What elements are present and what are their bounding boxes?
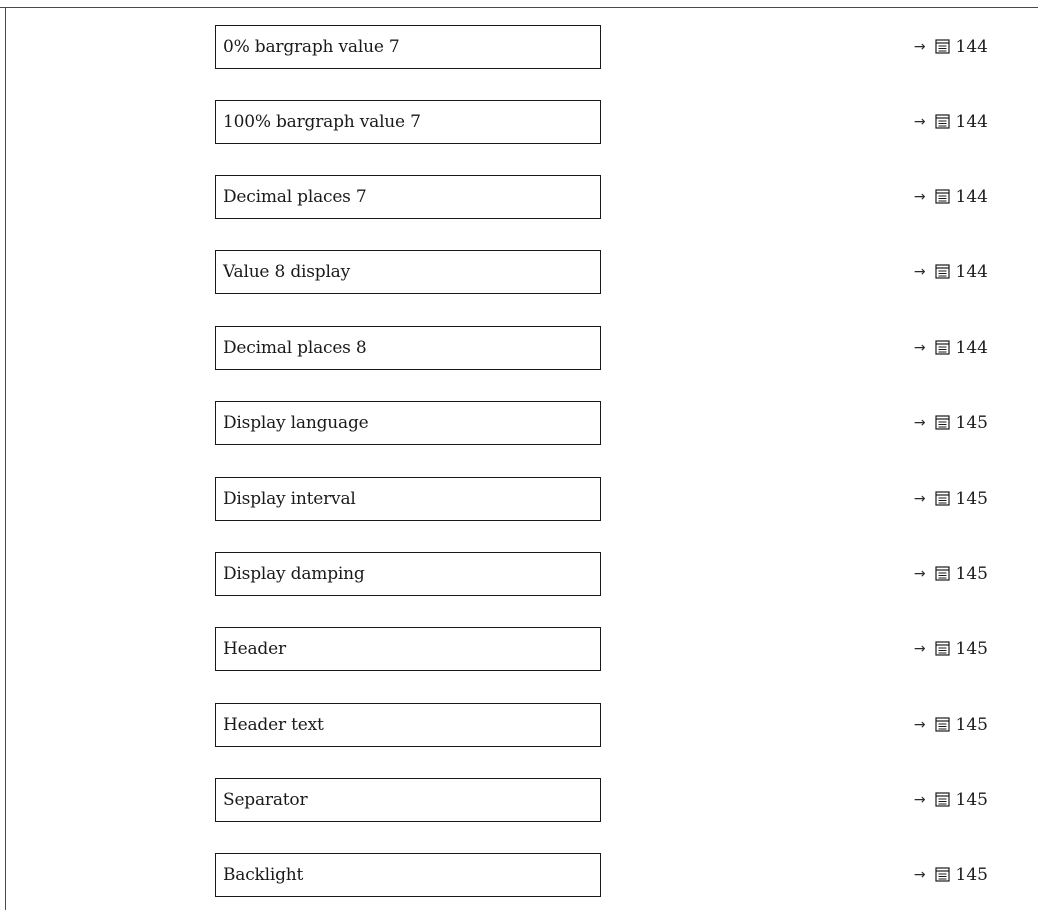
book-page-icon <box>934 716 950 732</box>
page-number: 145 <box>955 715 988 735</box>
page-number: 144 <box>955 338 988 358</box>
page-number: 145 <box>955 639 988 659</box>
parameter-name: Separator <box>223 790 308 810</box>
page-reference-link[interactable]: → 144 <box>914 326 988 370</box>
parameter-row: 100% bargraph value 7 → 144 <box>0 100 1038 144</box>
page-number: 144 <box>955 262 988 282</box>
page-number: 145 <box>955 865 988 885</box>
parameter-row: 0% bargraph value 7 → 144 <box>0 25 1038 69</box>
parameter-row: Value 8 display → 144 <box>0 250 1038 294</box>
book-page-icon <box>934 339 950 355</box>
page-reference-link[interactable]: → 145 <box>914 627 988 671</box>
parameter-name: Display interval <box>223 489 356 509</box>
right-arrow-icon: → <box>913 867 926 883</box>
right-arrow-icon: → <box>913 641 926 657</box>
right-arrow-icon: → <box>913 114 926 130</box>
parameter-name: Decimal places 7 <box>223 187 367 207</box>
parameter-name-box: Header <box>215 627 601 671</box>
page-number: 144 <box>955 112 988 132</box>
book-page-icon <box>934 188 950 204</box>
page-number: 144 <box>955 37 988 57</box>
parameter-name-box: Backlight <box>215 853 601 897</box>
page-reference-link[interactable]: → 144 <box>914 175 988 219</box>
parameter-name-box: Separator <box>215 778 601 822</box>
parameter-name: Decimal places 8 <box>223 338 367 358</box>
parameter-row: Decimal places 8 → 144 <box>0 326 1038 370</box>
book-page-icon <box>934 866 950 882</box>
book-page-icon <box>934 113 950 129</box>
parameter-name: Header <box>223 639 286 659</box>
right-arrow-icon: → <box>913 491 926 507</box>
book-page-icon <box>934 263 950 279</box>
page-number: 145 <box>955 564 988 584</box>
parameter-name-box: Display damping <box>215 552 601 596</box>
parameter-name-box: Decimal places 7 <box>215 175 601 219</box>
right-arrow-icon: → <box>913 566 926 582</box>
parameter-name-box: 0% bargraph value 7 <box>215 25 601 69</box>
parameter-name: Display damping <box>223 564 365 584</box>
right-arrow-icon: → <box>913 717 926 733</box>
page-reference-link[interactable]: → 145 <box>914 778 988 822</box>
page-reference-link[interactable]: → 145 <box>914 552 988 596</box>
book-page-icon <box>934 38 950 54</box>
book-page-icon <box>934 490 950 506</box>
page-reference-link[interactable]: → 144 <box>914 250 988 294</box>
parameter-name-box: Display language <box>215 401 601 445</box>
page-number: 145 <box>955 790 988 810</box>
page-reference-link[interactable]: → 145 <box>914 853 988 897</box>
parameter-name: Backlight <box>223 865 304 885</box>
page-reference-link[interactable]: → 145 <box>914 401 988 445</box>
parameter-row: Separator → 145 <box>0 778 1038 822</box>
parameter-row: Header → 145 <box>0 627 1038 671</box>
right-arrow-icon: → <box>913 189 926 205</box>
parameter-name-box: Header text <box>215 703 601 747</box>
book-page-icon <box>934 414 950 430</box>
parameter-name: Display language <box>223 413 369 433</box>
page-number: 145 <box>955 489 988 509</box>
page-reference-link[interactable]: → 145 <box>914 703 988 747</box>
right-arrow-icon: → <box>913 39 926 55</box>
right-arrow-icon: → <box>913 264 926 280</box>
parameter-name: Header text <box>223 715 324 735</box>
page-reference-link[interactable]: → 144 <box>914 25 988 69</box>
right-arrow-icon: → <box>913 792 926 808</box>
parameter-row: Display damping → 145 <box>0 552 1038 596</box>
parameter-name-box: 100% bargraph value 7 <box>215 100 601 144</box>
parameter-name-box: Value 8 display <box>215 250 601 294</box>
parameter-row: Display language → 145 <box>0 401 1038 445</box>
parameter-row: Display interval → 145 <box>0 477 1038 521</box>
right-arrow-icon: → <box>913 415 926 431</box>
page-reference-link[interactable]: → 145 <box>914 477 988 521</box>
page-number: 144 <box>955 187 988 207</box>
parameter-row: Header text → 145 <box>0 703 1038 747</box>
parameter-name-box: Decimal places 8 <box>215 326 601 370</box>
page-number: 145 <box>955 413 988 433</box>
parameter-name: 100% bargraph value 7 <box>223 112 421 132</box>
book-page-icon <box>934 640 950 656</box>
parameter-row: Decimal places 7 → 144 <box>0 175 1038 219</box>
parameter-name: Value 8 display <box>223 262 351 282</box>
parameter-name-box: Display interval <box>215 477 601 521</box>
book-page-icon <box>934 791 950 807</box>
book-page-icon <box>934 565 950 581</box>
parameter-list: 0% bargraph value 7 → 144 100% bargraph … <box>0 0 1038 910</box>
parameter-row: Backlight → 145 <box>0 853 1038 897</box>
parameter-name: 0% bargraph value 7 <box>223 37 400 57</box>
page-reference-link[interactable]: → 144 <box>914 100 988 144</box>
right-arrow-icon: → <box>913 340 926 356</box>
